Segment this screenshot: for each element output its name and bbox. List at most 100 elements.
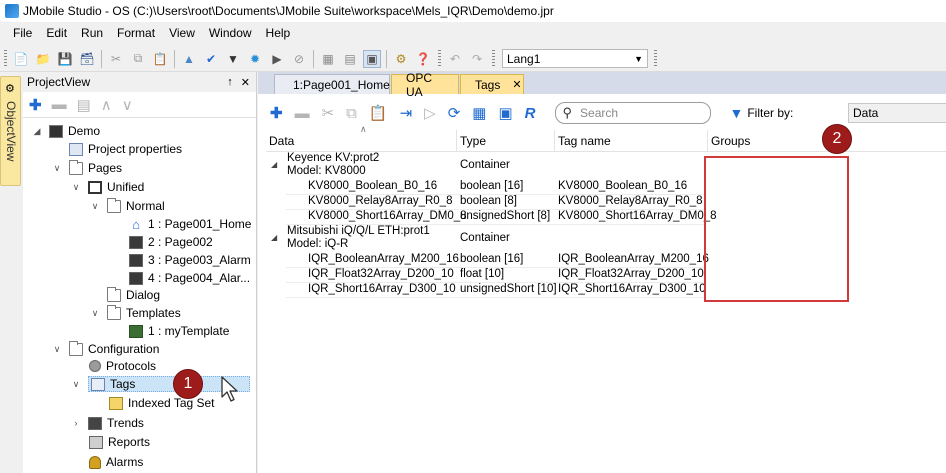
move-up-icon[interactable]: ∧ [101, 96, 112, 114]
settings-icon[interactable]: ⚙ [392, 50, 410, 68]
convert-icon[interactable]: ⟳ [448, 104, 461, 122]
address-icon[interactable]: ▦ [472, 104, 486, 122]
collapse-arrow-icon[interactable]: ∨ [89, 308, 101, 319]
snap-icon[interactable]: ▣ [363, 49, 381, 68]
group-name[interactable]: Keyence KV:prot2 Model: KV8000 [287, 152, 379, 178]
copy-icon[interactable]: ⧉ [346, 105, 357, 122]
add-tag-icon[interactable]: ✚ [270, 104, 283, 122]
align-icon[interactable]: ▤ [341, 50, 359, 68]
tab-page001-home[interactable]: 1:Page001_Home [274, 74, 390, 94]
tree-item-alarms[interactable]: Alarms [89, 453, 143, 471]
toolbar-grip[interactable] [4, 49, 7, 68]
remove-tag-icon[interactable]: ▬ [295, 105, 310, 122]
tree-item-project-properties[interactable]: Project properties [69, 140, 182, 158]
tree-item-normal[interactable]: ∨ Normal [89, 197, 165, 215]
add-icon[interactable]: ✚ [29, 96, 42, 114]
collapse-arrow-icon[interactable]: ∨ [70, 379, 82, 390]
tree-item-page002[interactable]: 2 : Page002 [129, 233, 213, 251]
save-all-icon[interactable]: 🗃 [78, 50, 96, 68]
debug-icon[interactable]: ✹ [246, 50, 264, 68]
menu-view[interactable]: View [162, 26, 202, 40]
menu-window[interactable]: Window [202, 26, 259, 40]
tree-item-pages[interactable]: ∨ Pages [51, 159, 122, 177]
column-header-type[interactable]: Type [460, 134, 486, 148]
collapse-arrow-icon[interactable]: ∨ [70, 182, 82, 193]
close-icon[interactable]: ✕ [241, 76, 250, 89]
tree-item-demo[interactable]: ◢ Demo [31, 122, 100, 140]
tree-item-templates[interactable]: ∨ Templates [89, 304, 181, 322]
menu-help[interactable]: Help [259, 26, 298, 40]
undo-icon[interactable]: ↶ [446, 50, 464, 68]
collapse-arrow-icon[interactable]: ∨ [51, 344, 63, 355]
move-down-icon[interactable]: ∨ [122, 96, 133, 114]
collapse-arrow-icon[interactable]: ◢ [31, 126, 43, 137]
copy-icon[interactable]: ⧉ [129, 50, 147, 68]
build-icon[interactable]: ▲ [180, 50, 198, 68]
tab-close-icon[interactable]: ✕ [512, 78, 521, 91]
save-icon[interactable]: 💾 [56, 50, 74, 68]
column-header-tag-name[interactable]: Tag name [558, 134, 611, 148]
search-box[interactable]: ⚲ Search [555, 102, 712, 124]
collapse-arrow-icon[interactable]: ◢ [271, 233, 277, 242]
table-row[interactable]: IQR_Short16Array_D300_10 unsignedShort [… [286, 283, 706, 298]
filter-select[interactable]: Data [848, 103, 946, 123]
pin-icon[interactable]: ↑ [227, 76, 233, 89]
tree-item-trends[interactable]: › Trends [70, 414, 144, 432]
column-separator[interactable] [554, 130, 555, 152]
tree-item-dialog[interactable]: Dialog [107, 286, 160, 304]
tree-item-protocols[interactable]: Protocols [89, 357, 156, 375]
menu-run[interactable]: Run [74, 26, 110, 40]
menu-format[interactable]: Format [110, 26, 162, 40]
cut-icon[interactable]: ✂ [322, 104, 335, 122]
redo-icon[interactable]: ↷ [468, 50, 486, 68]
export-icon[interactable]: ▷ [424, 104, 436, 122]
expand-arrow-icon[interactable]: › [70, 418, 82, 428]
remove-icon[interactable]: ▬ [52, 96, 67, 113]
collapse-arrow-icon[interactable]: ∨ [89, 201, 101, 212]
run-icon[interactable]: ▶ [268, 50, 286, 68]
tree-item-configuration[interactable]: ∨ Configuration [51, 340, 159, 358]
validate-icon[interactable]: ✔ [202, 50, 220, 68]
rename-icon[interactable]: ▤ [77, 96, 91, 114]
table-row[interactable]: IQR_Float32Array_D200_10 float [10] IQR_… [286, 268, 706, 283]
cut-icon[interactable]: ✂ [107, 50, 125, 68]
tag-settings-icon[interactable]: ▣ [498, 104, 512, 122]
table-row[interactable]: KV8000_Short16Array_DM0_8 unsignedShort … [286, 210, 717, 225]
tree-item-page001[interactable]: ⌂ 1 : Page001_Home [129, 215, 251, 233]
tree-item-unified[interactable]: ∨ Unified [70, 178, 145, 196]
toolbar-grip[interactable] [492, 49, 495, 68]
grid-icon[interactable]: ▦ [319, 50, 337, 68]
tab-opc-ua[interactable]: OPC UA [391, 71, 459, 99]
table-row[interactable]: KV8000_Boolean_B0_16 boolean [16] KV8000… [286, 180, 706, 195]
refresh-icon[interactable]: R [525, 105, 536, 122]
new-file-icon[interactable]: 📄 [12, 50, 30, 68]
objectview-side-tab[interactable]: ⚙ ObjectView [0, 76, 21, 186]
tree-item-reports[interactable]: Reports [89, 433, 150, 451]
paste-icon[interactable]: 📋 [151, 50, 169, 68]
toolbar-grip[interactable] [654, 49, 657, 68]
column-header-groups[interactable]: Groups [711, 134, 750, 148]
help-icon[interactable]: ❓ [414, 50, 432, 68]
tab-tags[interactable]: Tags ✕ [460, 74, 524, 94]
download-icon[interactable]: ▼ [224, 50, 242, 68]
tree-item-mytemplate[interactable]: 1 : myTemplate [129, 322, 229, 340]
collapse-arrow-icon[interactable]: ∨ [51, 163, 63, 174]
tree-item-page003[interactable]: 3 : Page003_Alarm [129, 251, 251, 269]
paste-icon[interactable]: 📋 [369, 104, 388, 122]
open-folder-icon[interactable]: 📁 [34, 50, 52, 68]
menu-edit[interactable]: Edit [39, 26, 74, 40]
collapse-arrow-icon[interactable]: ◢ [271, 160, 277, 169]
tree-item-indexed-tag-set[interactable]: Indexed Tag Set [109, 394, 215, 412]
tree-item-page004[interactable]: 4 : Page004_Alar... [129, 269, 250, 287]
column-separator[interactable] [707, 130, 708, 152]
language-select[interactable]: Lang1 ▼ [502, 49, 648, 68]
table-row[interactable]: IQR_BooleanArray_M200_16 boolean [16] IQ… [286, 253, 709, 268]
group-name[interactable]: Mitsubishi iQ/Q/L ETH:prot1 Model: iQ-R [287, 225, 430, 251]
stop-icon[interactable]: ⊘ [290, 50, 308, 68]
toolbar-grip[interactable] [438, 49, 441, 68]
column-separator[interactable] [456, 130, 457, 152]
import-icon[interactable]: ⇥ [400, 104, 413, 122]
table-row[interactable]: KV8000_Relay8Array_R0_8 boolean [8] KV80… [286, 195, 706, 210]
column-header-data[interactable]: Data [269, 134, 294, 148]
menu-file[interactable]: File [6, 26, 39, 40]
